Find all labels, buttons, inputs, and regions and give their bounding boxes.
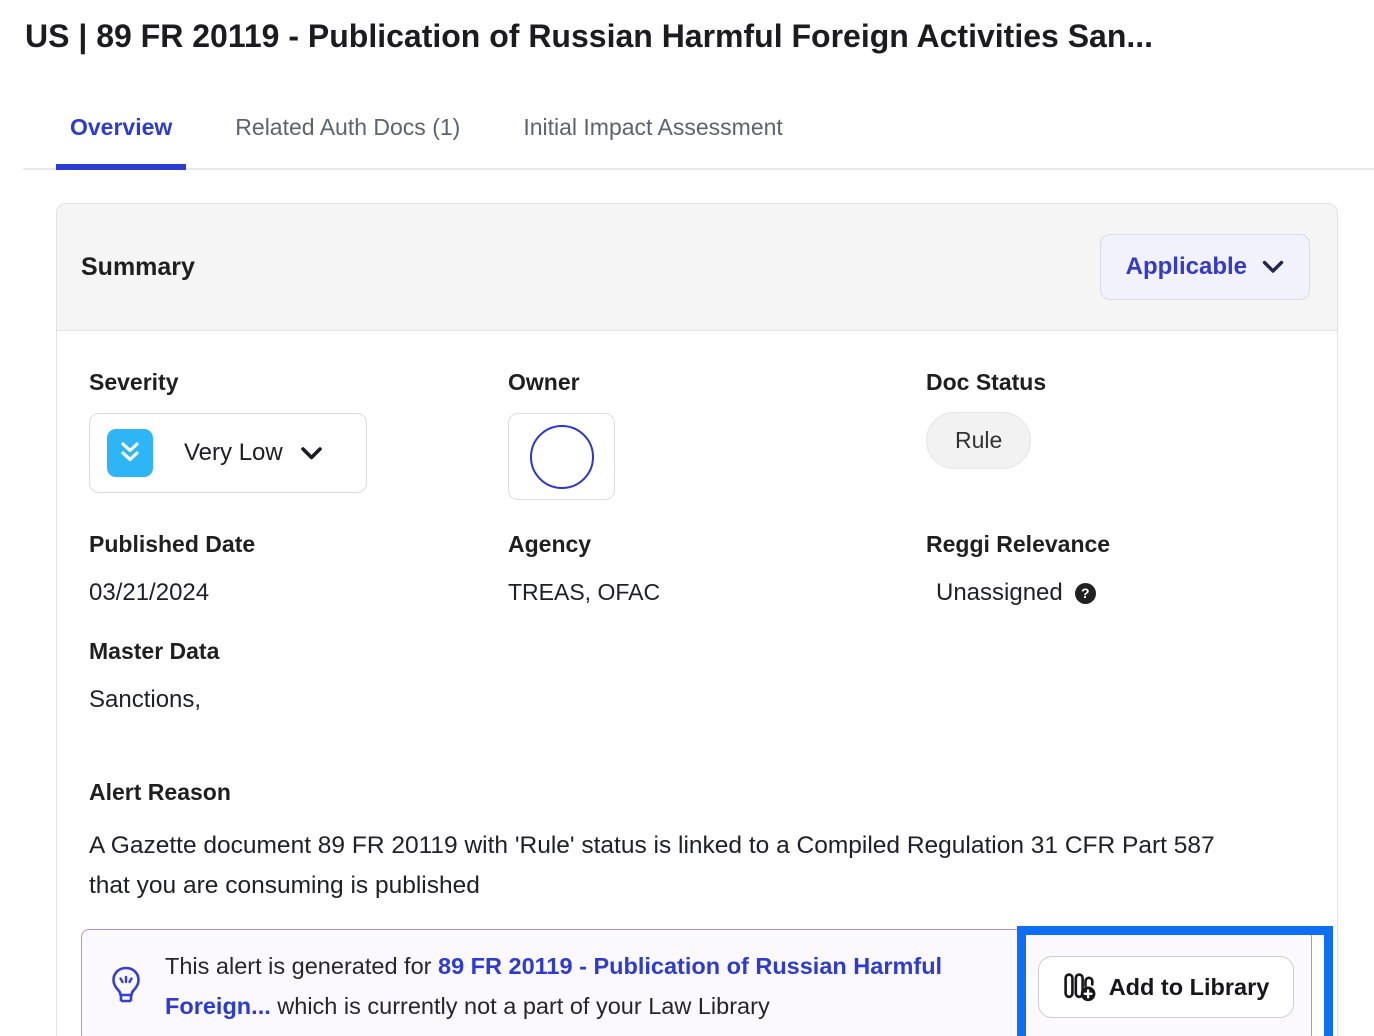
reggi-relevance-field: Reggi Relevance Unassigned ? xyxy=(926,531,1337,607)
doc-status-label: Doc Status xyxy=(926,369,1337,396)
summary-row-1: Severity Very Low Owner Doc S xyxy=(89,369,1337,500)
agency-value: TREAS, OFAC xyxy=(508,579,926,606)
doc-status-badge: Rule xyxy=(926,412,1031,469)
avatar xyxy=(530,425,594,489)
alert-reason-section: Alert Reason A Gazette document 89 FR 20… xyxy=(89,779,1337,906)
add-to-library-button[interactable]: Add to Library xyxy=(1038,956,1294,1018)
reggi-relevance-value: Unassigned ? xyxy=(926,579,1337,607)
alert-reason-text: A Gazette document 89 FR 20119 with 'Rul… xyxy=(89,826,1239,906)
question-mark-icon[interactable]: ? xyxy=(1075,583,1096,604)
master-data-value: Sanctions, xyxy=(89,686,1337,714)
summary-row-2: Published Date 03/21/2024 Agency TREAS, … xyxy=(89,531,1337,607)
owner-field: Owner xyxy=(508,369,926,500)
severity-field: Severity Very Low xyxy=(89,369,508,500)
tab-initial-impact-assessment[interactable]: Initial Impact Assessment xyxy=(509,102,797,168)
agency-field: Agency TREAS, OFAC xyxy=(508,531,926,607)
double-chevron-down-icon xyxy=(107,429,153,477)
master-data-field: Master Data Sanctions, xyxy=(89,638,1337,714)
summary-title: Summary xyxy=(81,253,195,282)
summary-card-body: Severity Very Low Owner Doc S xyxy=(57,331,1337,1036)
applicable-dropdown-button[interactable]: Applicable xyxy=(1100,234,1310,300)
lightbulb-icon xyxy=(109,963,143,1009)
severity-value: Very Low xyxy=(184,439,283,467)
summary-card: Summary Applicable Severity Very Low xyxy=(56,203,1338,1036)
applicable-dropdown-label: Applicable xyxy=(1126,253,1247,281)
summary-card-header: Summary Applicable xyxy=(57,204,1337,331)
published-date-field: Published Date 03/21/2024 xyxy=(89,531,508,607)
library-add-icon xyxy=(1063,970,1097,1004)
doc-status-field: Doc Status Rule xyxy=(926,369,1337,500)
tab-bar: Overview Related Auth Docs (1) Initial I… xyxy=(23,102,1374,170)
alert-reason-label: Alert Reason xyxy=(89,779,1337,806)
master-data-label: Master Data xyxy=(89,638,1337,665)
agency-label: Agency xyxy=(508,531,926,558)
tab-overview[interactable]: Overview xyxy=(56,102,186,168)
severity-label: Severity xyxy=(89,369,508,396)
published-date-value: 03/21/2024 xyxy=(89,579,508,607)
chevron-down-icon xyxy=(1262,260,1284,274)
banner-text-before: This alert is generated for xyxy=(165,953,438,979)
severity-dropdown[interactable]: Very Low xyxy=(89,413,367,493)
alert-banner-row: This alert is generated for 89 FR 20119 … xyxy=(81,929,1337,1036)
owner-avatar-button[interactable] xyxy=(508,413,615,500)
page-title: US | 89 FR 20119 - Publication of Russia… xyxy=(25,14,1374,58)
reggi-relevance-label: Reggi Relevance xyxy=(926,531,1337,558)
banner-text-after: which is currently not a part of your La… xyxy=(271,993,770,1019)
tab-related-auth-docs[interactable]: Related Auth Docs (1) xyxy=(221,102,474,168)
published-date-label: Published Date xyxy=(89,531,508,558)
reggi-relevance-text: Unassigned xyxy=(936,579,1063,607)
chevron-down-icon xyxy=(300,446,323,461)
alert-banner-text: This alert is generated for 89 FR 20119 … xyxy=(165,946,983,1026)
add-to-library-label: Add to Library xyxy=(1109,974,1270,1001)
owner-label: Owner xyxy=(508,369,926,396)
